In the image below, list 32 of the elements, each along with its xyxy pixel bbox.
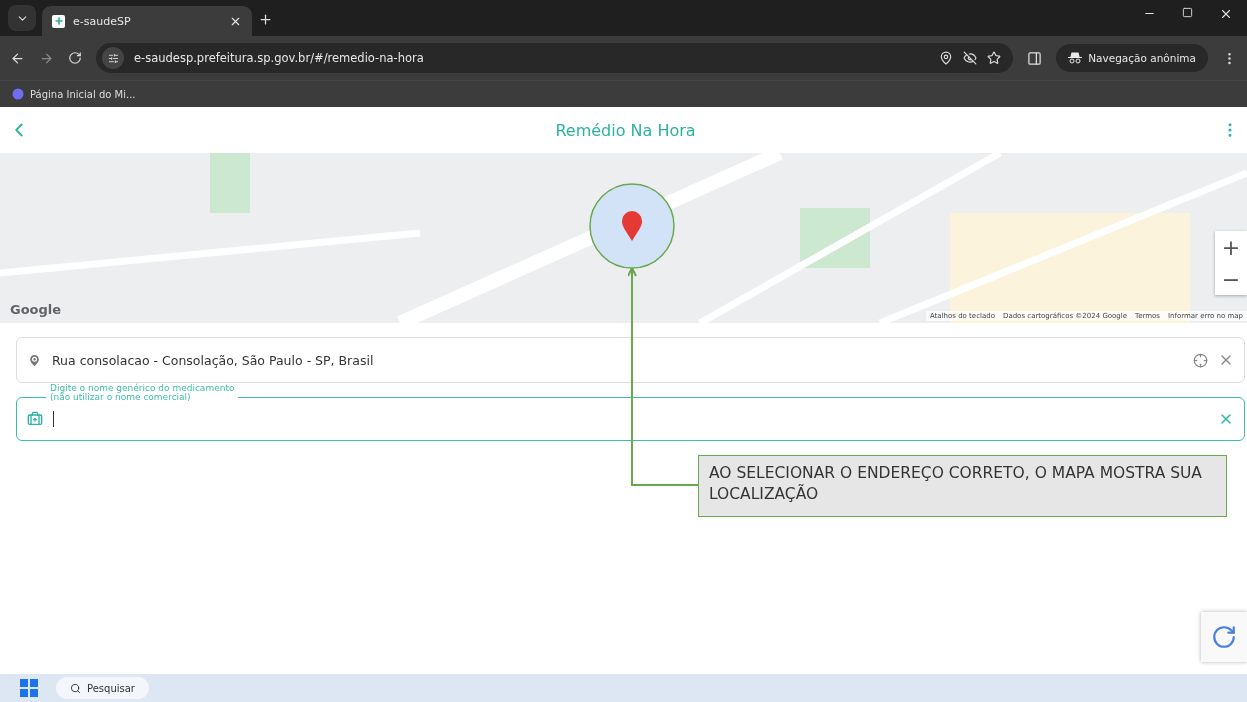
favicon-icon [52, 14, 65, 28]
field-label: Digite o nome genérico do medicamento (não utilizar o nome comercial) [46, 384, 239, 402]
zoom-in-button[interactable]: + [1215, 231, 1247, 263]
back-icon[interactable] [10, 50, 25, 66]
map-logo: Google [10, 302, 62, 317]
incognito-icon [1068, 52, 1083, 64]
browser-tab[interactable]: e-saudeSP [42, 6, 252, 36]
side-panel-icon[interactable] [1027, 50, 1043, 66]
location-pin-icon [27, 352, 42, 368]
reload-icon[interactable] [68, 51, 82, 65]
annotation-callout: AO SELECIONAR O ENDEREÇO CORRETO, O MAPA MOSTRA SUA LOCALIZAÇÃO [698, 455, 1227, 517]
url-text: e-saudesp.prefeitura.sp.gov.br/#/remedio-na-hora [134, 51, 425, 65]
medical-kit-icon [27, 411, 43, 427]
address-bar[interactable]: e-saudesp.prefeitura.sp.gov.br/#/remedio-na-hora [96, 43, 1014, 73]
taskbar-search[interactable]: Pesquisar [56, 677, 149, 699]
search-icon [70, 682, 81, 694]
bookmark-star-icon[interactable] [987, 51, 1002, 65]
restore-icon[interactable] [1182, 6, 1193, 18]
eye-off-icon[interactable] [963, 51, 978, 65]
incognito-button[interactable]: Navegação anônima [1056, 44, 1208, 72]
recaptcha-icon[interactable] [1201, 612, 1247, 662]
page-title: Remédio Na Hora [555, 120, 696, 140]
new-tab-icon[interactable] [258, 12, 273, 27]
bookmark-item[interactable]: Página Inicial do Mi... [12, 88, 136, 100]
site-settings-icon[interactable] [102, 47, 124, 69]
locate-icon[interactable] [1193, 352, 1208, 368]
zoom-out-button[interactable]: − [1215, 263, 1247, 295]
windows-start-icon[interactable] [20, 679, 38, 697]
address-field[interactable]: Rua consolacao - Consolação, São Paulo - SP, Brasil [16, 337, 1245, 383]
location-pin-icon[interactable] [939, 51, 954, 65]
forward-icon[interactable] [39, 50, 54, 66]
site-icon [12, 88, 24, 100]
